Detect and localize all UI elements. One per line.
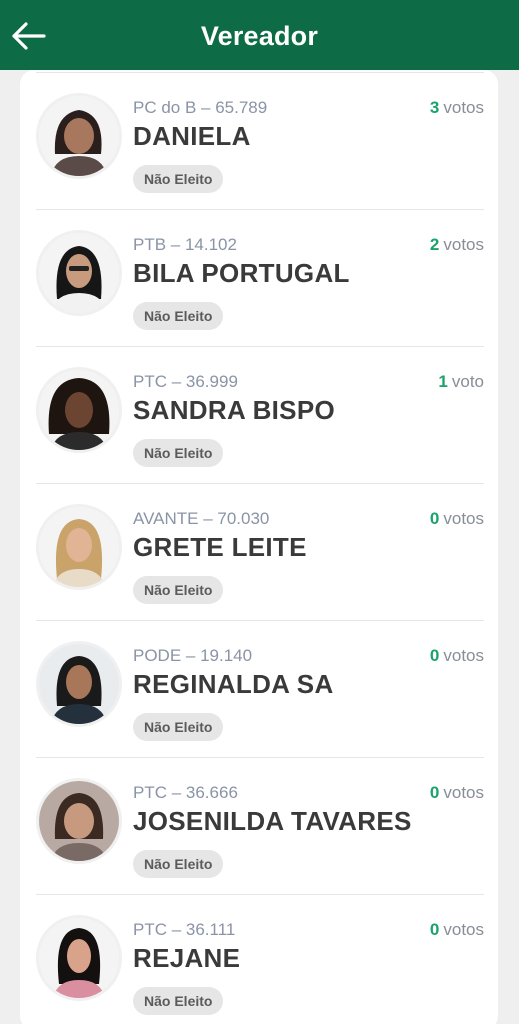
list-item[interactable]: PTC – 36.999 1 voto SANDRA BISPO Não Elei… (36, 346, 484, 483)
vote-count: 0 votos (429, 646, 484, 665)
avatar (36, 367, 122, 453)
candidate-name: JOSENILDA TAVARES (133, 806, 412, 836)
candidate-name: REJANE (133, 943, 241, 973)
party-number: PTC – 36.111 (133, 920, 236, 939)
status-badge: Não Eleito (133, 713, 224, 741)
party-number: PODE – 19.140 (133, 646, 253, 665)
list-item[interactable]: PC do B – 65.789 3 votos DANIELA Não Elei… (36, 72, 484, 209)
candidate-name: DANIELA (133, 121, 251, 151)
candidate-name: BILA PORTUGAL (133, 258, 350, 288)
party-number: AVANTE – 70.030 (133, 509, 270, 528)
status-badge: Não Eleito (133, 302, 224, 330)
vote-count: 2 votos (429, 235, 484, 254)
candidate-name: SANDRA BISPO (133, 395, 335, 425)
party-number: PC do B – 65.789 (133, 98, 268, 117)
avatar (36, 504, 122, 590)
vote-count: 0 votos (429, 783, 484, 802)
candidate-list: PC do B – 65.789 3 votos DANIELA Não Elei… (20, 70, 498, 1024)
candidate-name: GRETE LEITE (133, 532, 307, 562)
avatar (36, 915, 122, 1001)
candidate-name: REGINALDA SA (133, 669, 334, 699)
avatar (36, 230, 122, 316)
list-item[interactable]: AVANTE – 70.030 0 votos GRETE LEITE Não E… (36, 483, 484, 620)
list-item[interactable]: PTC – 36.111 0 votos REJANE Não Eleito (36, 894, 484, 1024)
app-header: Vereador (0, 0, 519, 70)
avatar (36, 93, 122, 179)
status-badge: Não Eleito (133, 987, 224, 1015)
avatar (36, 778, 122, 864)
party-number: PTC – 36.666 (133, 783, 238, 802)
status-badge: Não Eleito (133, 439, 224, 467)
vote-count: 1 voto (438, 372, 484, 391)
list-item[interactable]: PTB – 14.102 2 votos BILA PORTUGAL Não El… (36, 209, 484, 346)
status-badge: Não Eleito (133, 165, 224, 193)
party-number: PTB – 14.102 (133, 235, 237, 254)
vote-count: 0 votos (429, 509, 484, 528)
vote-count: 0 votos (429, 920, 484, 939)
list-item[interactable]: PODE – 19.140 0 votos REGINALDA SA Não El… (36, 620, 484, 757)
status-badge: Não Eleito (133, 850, 224, 878)
list-item[interactable]: PTC – 36.666 0 votos JOSENILDA TAVARES Nã… (36, 757, 484, 894)
vote-count: 3 votos (429, 98, 484, 117)
page-title: Vereador (200, 21, 319, 51)
party-number: PTC – 36.999 (133, 372, 238, 391)
status-badge: Não Eleito (133, 576, 224, 604)
avatar (36, 641, 122, 727)
